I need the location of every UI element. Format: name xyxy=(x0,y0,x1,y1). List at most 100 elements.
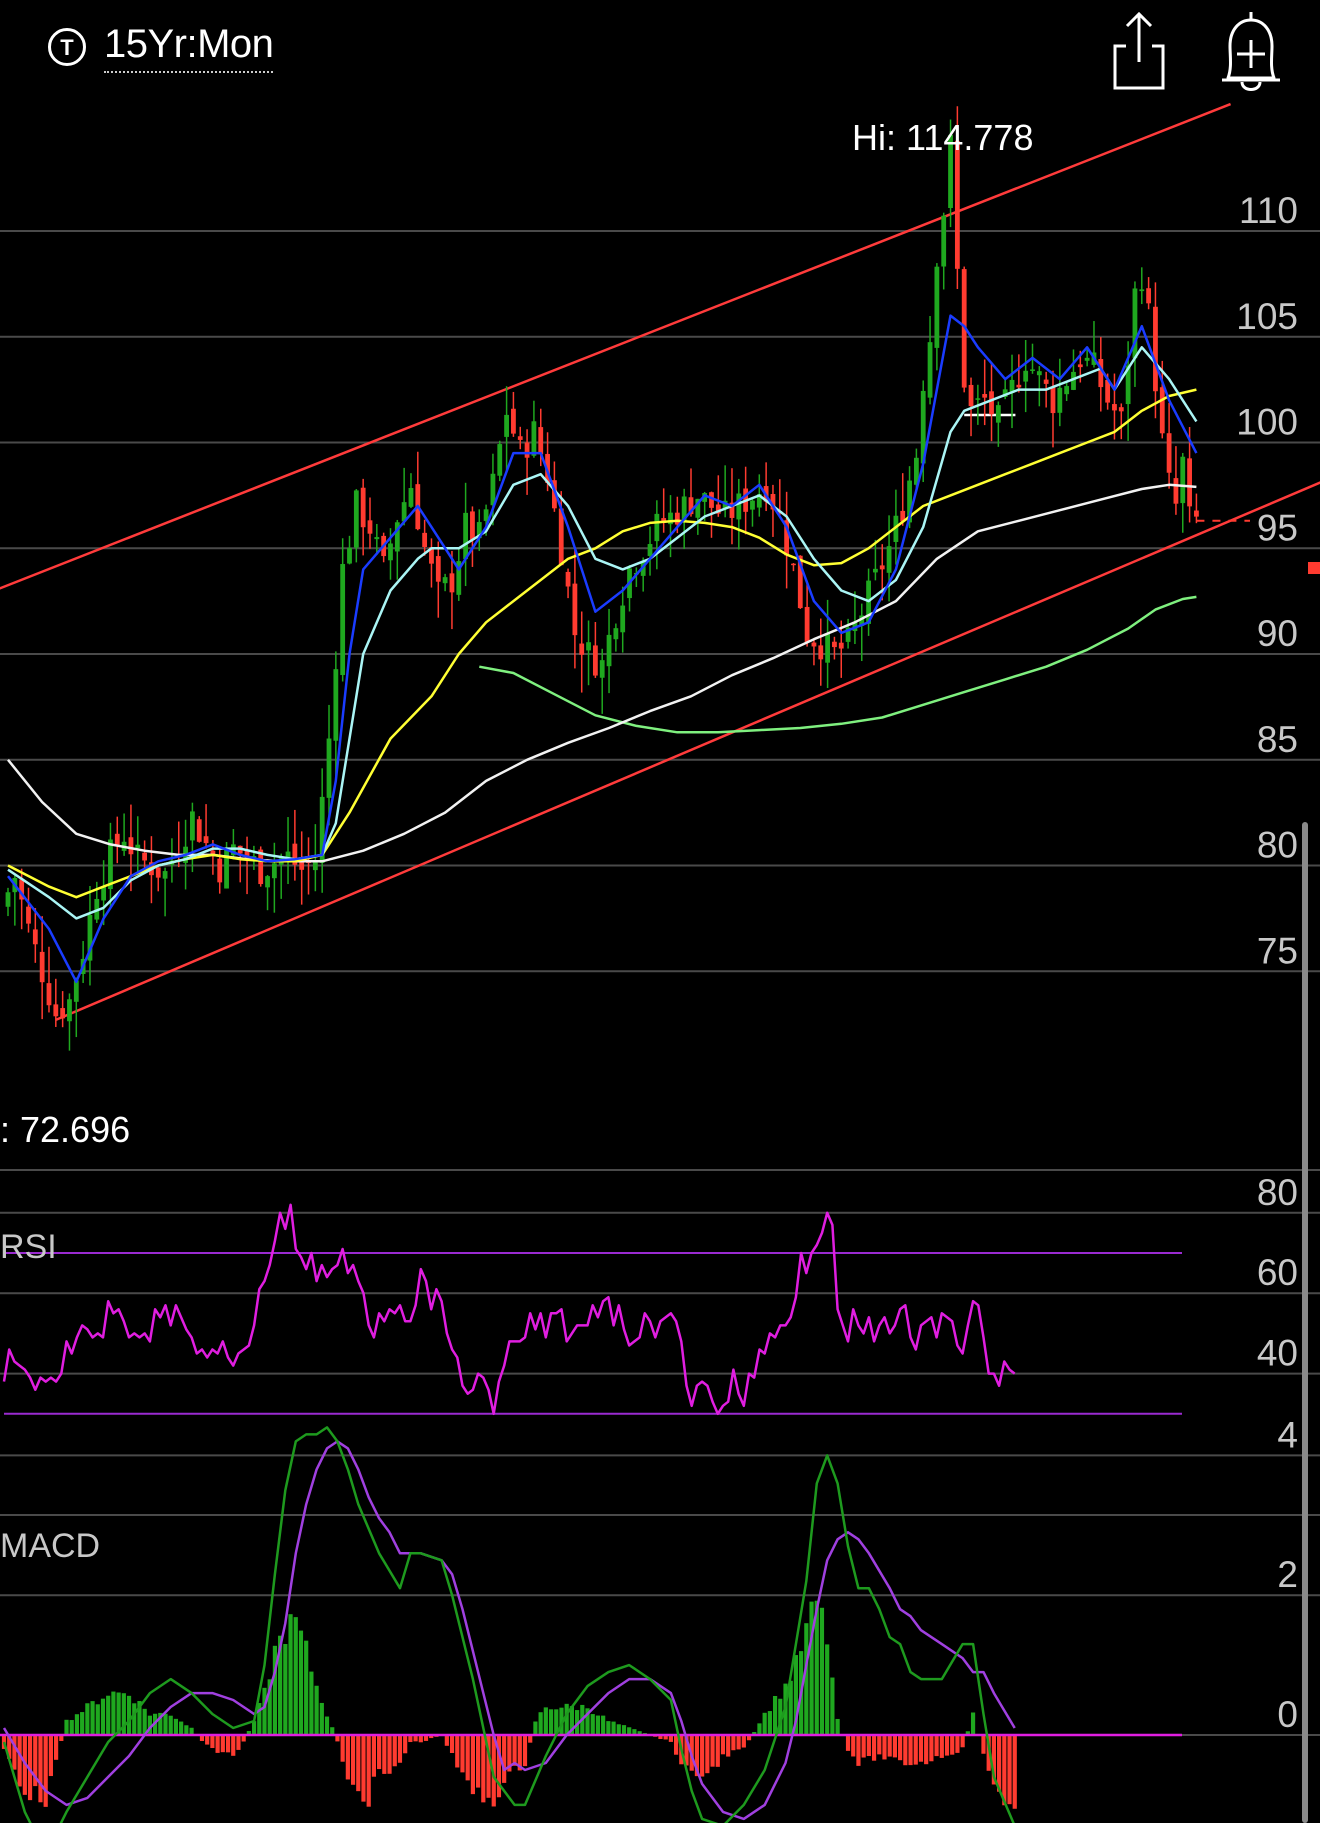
macd-histogram-bar xyxy=(955,1735,960,1753)
macd-histogram-bar xyxy=(981,1735,986,1754)
macd-histogram-bar xyxy=(856,1735,861,1766)
price-tick-label: 90 xyxy=(1257,613,1298,654)
candle-body xyxy=(108,839,113,890)
macd-histogram-bar xyxy=(621,1725,627,1735)
candle-body xyxy=(60,1008,66,1019)
macd-histogram-bar xyxy=(100,1698,106,1735)
macd-histogram-bar xyxy=(866,1735,871,1757)
candle-body xyxy=(435,556,441,582)
macd-histogram-bar xyxy=(163,1713,168,1735)
macd-histogram-bar xyxy=(903,1735,908,1766)
candle-body xyxy=(422,532,428,548)
timeframe-selector[interactable]: 15Yr:Mon xyxy=(104,22,274,73)
macd-histogram-bar xyxy=(444,1735,449,1746)
macd-histogram-bar xyxy=(85,1703,90,1735)
macd-histogram-bar xyxy=(757,1723,762,1735)
candle-body xyxy=(353,490,359,548)
macd-histogram-bar xyxy=(720,1735,726,1755)
candle-body xyxy=(750,500,755,510)
candle-body xyxy=(838,642,844,649)
candle-body xyxy=(620,605,626,633)
macd-histogram-bar xyxy=(251,1721,257,1735)
candle-body xyxy=(558,508,564,566)
macd-histogram-bar xyxy=(392,1735,397,1767)
macd-histogram-bar xyxy=(449,1735,455,1753)
candle-body xyxy=(982,394,988,398)
macd-panel xyxy=(0,1426,1182,1823)
macd-histogram-bar xyxy=(387,1735,392,1774)
macd-histogram-bar xyxy=(220,1735,225,1753)
macd-title: MACD xyxy=(0,1527,100,1565)
macd-histogram-bar xyxy=(882,1735,887,1760)
channel-line xyxy=(55,481,1320,1022)
macd-histogram-bar xyxy=(43,1735,48,1807)
channel-line xyxy=(0,102,1232,590)
macd-histogram-bar xyxy=(215,1735,220,1753)
candle-body xyxy=(360,487,366,528)
macd-histogram-bar xyxy=(288,1614,293,1735)
candle-body xyxy=(586,642,591,651)
macd-histogram-bar xyxy=(543,1707,548,1735)
macd-histogram-bar xyxy=(476,1735,481,1788)
candle-body xyxy=(791,563,796,566)
candle-body xyxy=(975,398,981,400)
macd-histogram-bar xyxy=(382,1735,387,1774)
macd-histogram-bar xyxy=(845,1735,851,1751)
macd-histogram-bar xyxy=(309,1671,314,1735)
macd-histogram-bar xyxy=(871,1735,877,1761)
macd-histogram-bar xyxy=(319,1702,324,1735)
candle-body xyxy=(196,819,202,842)
top-toolbar: T 15Yr:Mon xyxy=(0,0,1320,100)
candle-body xyxy=(579,643,585,655)
candle-body xyxy=(73,980,79,1002)
macd-histogram-bar xyxy=(340,1735,345,1762)
macd-histogram-bar xyxy=(741,1735,746,1748)
macd-histogram-bar xyxy=(236,1735,241,1750)
macd-histogram-bar xyxy=(533,1721,538,1735)
candle-body xyxy=(1084,357,1090,361)
rsi-tick-label: 60 xyxy=(1257,1252,1298,1293)
share-icon[interactable] xyxy=(1112,10,1166,92)
candle-body xyxy=(592,645,598,676)
bell-plus-icon[interactable] xyxy=(1218,8,1284,92)
candle-body xyxy=(162,871,168,879)
macd-histogram-bar xyxy=(465,1735,470,1781)
macd-histogram-bar xyxy=(210,1735,215,1749)
macd-histogram-bar xyxy=(538,1712,543,1735)
macd-histogram-bar xyxy=(345,1735,350,1780)
candle-body xyxy=(811,642,817,647)
macd-histogram-bar xyxy=(835,1718,840,1735)
macd-histogram-bar xyxy=(38,1735,43,1803)
macd-histogram-bar xyxy=(356,1735,361,1792)
macd-histogram-bar xyxy=(262,1687,267,1735)
macd-histogram-bar xyxy=(132,1703,137,1735)
macd-histogram-bar xyxy=(377,1735,382,1770)
price-tick-label: 80 xyxy=(1257,825,1298,866)
candle-body xyxy=(995,405,1001,423)
macd-histogram-bar xyxy=(762,1712,767,1735)
candle-body xyxy=(340,564,346,676)
macd-histogram-bar xyxy=(892,1735,898,1758)
candle-body xyxy=(517,436,523,440)
candle-body xyxy=(674,512,680,525)
candle-body xyxy=(333,669,339,741)
price-tick-label: 75 xyxy=(1257,930,1298,971)
price-tick-label: 100 xyxy=(1236,402,1298,443)
candlesticks xyxy=(5,106,1199,1051)
macd-histogram-bar xyxy=(877,1735,882,1755)
candle-body xyxy=(1016,384,1022,388)
candle-body xyxy=(709,492,714,508)
timeframe-icon[interactable]: T xyxy=(48,28,86,66)
macd-histogram-bar xyxy=(80,1712,85,1735)
candle-body xyxy=(531,421,537,456)
macd-histogram-bar xyxy=(939,1735,944,1758)
candle-body xyxy=(1146,288,1152,304)
candle-body xyxy=(203,836,209,844)
macd-histogram-bar xyxy=(17,1735,22,1787)
candle-body xyxy=(1159,387,1165,434)
candle-body xyxy=(647,544,653,556)
price-tick-label: 110 xyxy=(1239,190,1298,231)
macd-histogram-bar xyxy=(934,1735,939,1757)
stock-chart[interactable]: Hi: 114.778 : 72.696 RSI MACD 110 105 100 9… xyxy=(0,0,1320,1823)
scrollbar[interactable] xyxy=(1302,822,1308,1823)
